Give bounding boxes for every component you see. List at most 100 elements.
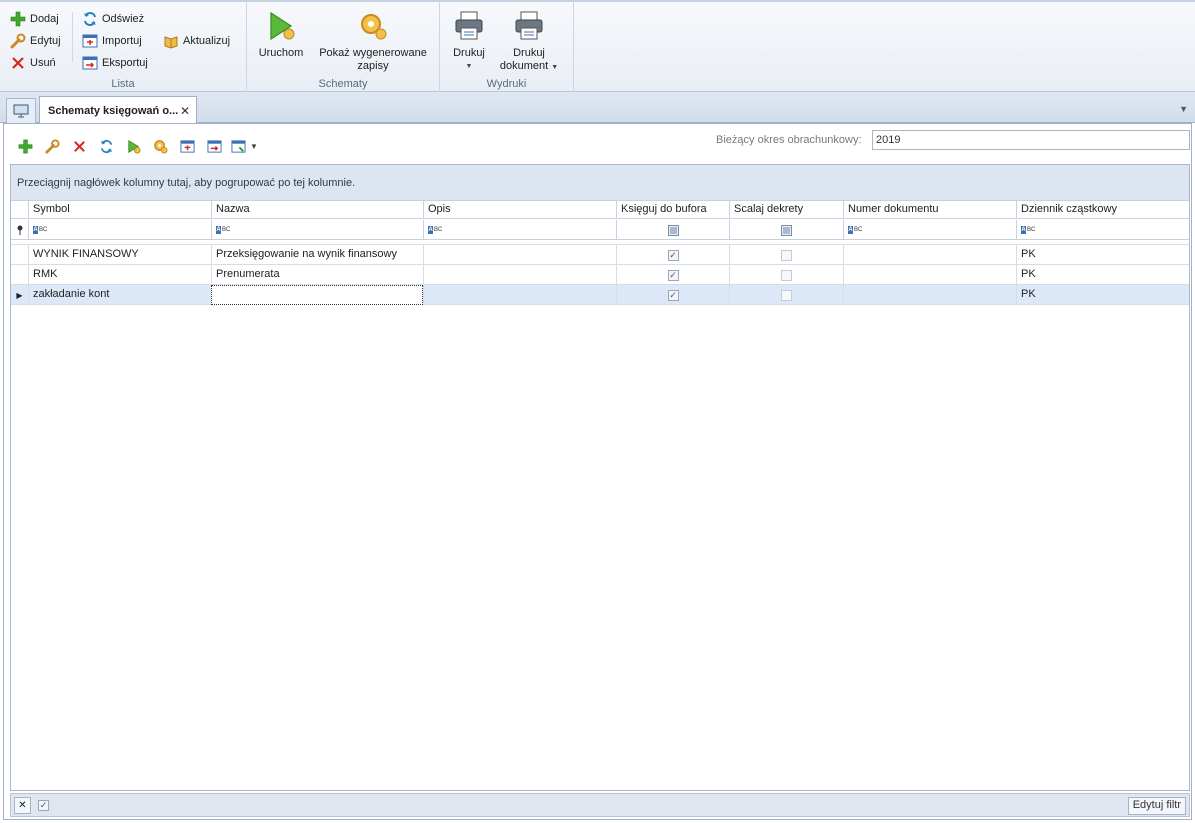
show-generated-button[interactable]: Pokaż wygenerowane zapisy (313, 10, 433, 73)
cell-scalaj[interactable] (729, 265, 843, 285)
print-document-button[interactable]: Drukuj dokument ▼ (494, 10, 564, 74)
cell-dziennik[interactable]: PK (1016, 285, 1189, 305)
refresh-icon (100, 139, 112, 153)
cell-opis[interactable] (423, 265, 616, 285)
run-icon (270, 11, 295, 41)
edit-filter-button[interactable]: Edytuj filtr (1127, 797, 1186, 815)
cell-nazwa[interactable]: Prenumerata (211, 265, 423, 285)
cell-nazwa-focused[interactable] (211, 285, 423, 305)
refresh-button[interactable]: Odśwież (82, 9, 144, 29)
chevron-down-icon: ▼ (465, 63, 473, 70)
cell-symbol[interactable]: RMK (28, 265, 211, 285)
edit-label: Edytuj (30, 35, 61, 47)
text-filter-icon: A BC (33, 226, 48, 234)
run-label: Uruchom (258, 47, 304, 59)
scalaj-checkbox[interactable] (781, 289, 792, 301)
toolbar-delete-button[interactable] (69, 136, 89, 156)
export-icon (206, 139, 222, 153)
filter-scalaj[interactable] (729, 220, 843, 240)
group-by-panel[interactable]: Przeciągnij nagłówek kolumny tutaj, aby … (11, 165, 1189, 200)
scalaj-checkbox[interactable] (781, 269, 792, 281)
ribbon: Dodaj Edytuj Usuń Odśwież Importuj Ekspo… (0, 0, 1195, 92)
toolbar-import-button[interactable] (177, 136, 197, 156)
table-row[interactable]: WYNIK FINANSOWY Przeksięgowanie na wynik… (11, 244, 1189, 265)
cell-scalaj[interactable] (729, 245, 843, 265)
cell-numer[interactable] (843, 245, 1016, 265)
cell-dziennik[interactable]: PK (1016, 245, 1189, 265)
column-header-opis[interactable]: Opis (423, 201, 616, 219)
bufor-checkbox[interactable]: ✓ (667, 269, 679, 281)
filter-checkbox[interactable] (781, 224, 792, 236)
filter-pin-icon (11, 220, 28, 240)
filter-enabled-checkbox[interactable]: ✓ (35, 797, 52, 814)
tab-schematy[interactable]: Schematy księgowań o... ✕ (39, 96, 197, 124)
cell-bufor[interactable]: ✓ (616, 285, 729, 305)
column-header-dziennik[interactable]: Dziennik cząstkowy (1016, 201, 1189, 219)
filter-dziennik[interactable]: A BC (1016, 220, 1189, 240)
export-button[interactable]: Eksportuj (82, 53, 148, 73)
edit-button[interactable]: Edytuj (10, 31, 61, 51)
filter-symbol[interactable]: A BC (28, 220, 211, 240)
column-header-numer[interactable]: Numer dokumentu (843, 201, 1016, 219)
printer-icon (515, 11, 543, 40)
column-header-scalaj[interactable]: Scalaj dekrety (729, 201, 843, 219)
cell-scalaj[interactable] (729, 285, 843, 305)
toolbar-edit-button[interactable] (42, 136, 62, 156)
cell-bufor[interactable]: ✓ (616, 265, 729, 285)
cell-numer[interactable] (843, 265, 1016, 285)
scalaj-checkbox[interactable] (781, 249, 792, 261)
refresh-label: Odśwież (102, 13, 145, 25)
print-button[interactable]: Drukuj ▼ (448, 10, 490, 73)
clear-filter-close-icon[interactable]: ✕ (14, 797, 31, 814)
column-header-nazwa[interactable]: Nazwa (211, 201, 423, 219)
period-label: Bieżący okres obrachunkowy: (716, 134, 862, 146)
table-row[interactable]: RMK Prenumerata ✓ PK (11, 264, 1189, 285)
export-icon (82, 56, 98, 70)
column-header-bufor[interactable]: Księguj do bufora (616, 201, 729, 219)
filter-opis[interactable]: A BC (423, 220, 616, 240)
toolbar-run-button[interactable] (123, 136, 143, 156)
update-label: Aktualizuj (183, 35, 231, 47)
print-document-label-1: Drukuj (513, 47, 545, 59)
bufor-checkbox[interactable]: ✓ (667, 289, 679, 301)
ribbon-separator (72, 12, 73, 62)
ribbon-group-wydruki: Drukuj ▼ Drukuj dokument ▼ Wydruki (440, 2, 574, 92)
plus-icon (10, 11, 26, 27)
cell-symbol[interactable]: WYNIK FINANSOWY (28, 245, 211, 265)
cell-opis[interactable] (423, 285, 616, 305)
column-header-symbol[interactable]: Symbol (28, 201, 211, 219)
toolbar-refresh-button[interactable] (96, 136, 116, 156)
run-button[interactable]: Uruchom (256, 10, 306, 60)
table-row-selected[interactable]: ▶ zakładanie kont ✓ PK (11, 284, 1189, 305)
import-button[interactable]: Importuj (82, 31, 142, 51)
cell-nazwa[interactable]: Przeksięgowanie na wynik finansowy (211, 245, 423, 265)
cell-numer[interactable] (843, 285, 1016, 305)
filter-bufor[interactable] (616, 220, 729, 240)
tab-list-chevron-icon[interactable]: ▼ (1179, 104, 1188, 114)
toolbar-more-button[interactable]: ▼ (231, 136, 265, 156)
cell-symbol[interactable]: zakładanie kont (28, 285, 211, 305)
filter-checkbox[interactable] (667, 224, 679, 236)
filter-numer[interactable]: A BC (843, 220, 1016, 240)
cell-opis[interactable] (423, 245, 616, 265)
toolbar-export-button[interactable] (204, 136, 224, 156)
toolbar-add-button[interactable] (15, 136, 35, 156)
bufor-checkbox[interactable]: ✓ (667, 249, 679, 261)
update-button[interactable]: Aktualizuj (163, 31, 230, 51)
ribbon-group-schematy: Uruchom Pokaż wygenerowane zapisy Schema… (247, 2, 440, 92)
cell-dziennik[interactable]: PK (1016, 265, 1189, 285)
show-generated-label-2: zapisy (357, 60, 389, 72)
import-label: Importuj (102, 35, 142, 47)
printer-icon (455, 11, 483, 40)
grid-view-icon (231, 139, 246, 153)
tab-home[interactable] (6, 98, 36, 123)
filter-nazwa[interactable]: A BC (211, 220, 423, 240)
text-filter-icon: A BC (216, 226, 231, 234)
cell-bufor[interactable]: ✓ (616, 245, 729, 265)
period-input[interactable] (872, 130, 1190, 150)
add-button[interactable]: Dodaj (10, 9, 59, 29)
delete-button[interactable]: Usuń (10, 53, 56, 73)
close-icon[interactable]: ✕ (180, 104, 190, 118)
toolbar-show-generated-button[interactable] (150, 136, 170, 156)
import-icon (179, 139, 195, 153)
